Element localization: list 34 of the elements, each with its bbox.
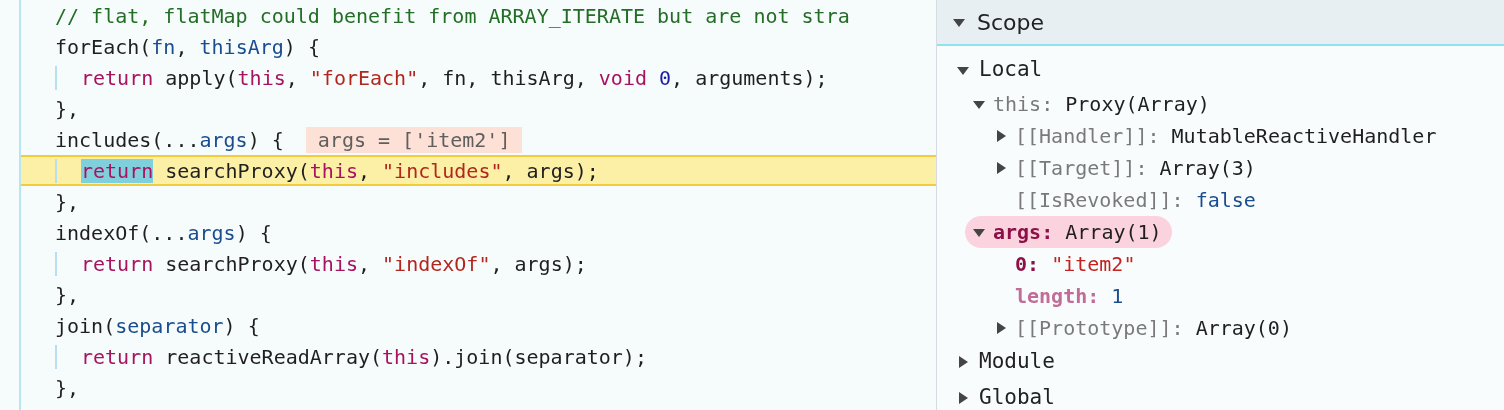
code-line: return reactiveReadArray(this).join(separator); (21, 341, 936, 372)
property-row[interactable]: [[IsRevoked]]: false (993, 184, 1266, 216)
code-line: includes(...args) { args = ['item2'] (21, 124, 936, 155)
expand-triangle-icon[interactable] (957, 356, 969, 368)
expand-triangle-icon[interactable] (995, 322, 1007, 334)
scope-section[interactable]: Module (937, 344, 1504, 380)
property-row[interactable]: [[Prototype]]: Array(0) (993, 312, 1302, 344)
property-row[interactable]: [[Handler]]: MutableReactiveHandler (993, 120, 1447, 152)
collapse-triangle-icon[interactable] (973, 98, 985, 110)
collapse-triangle-icon[interactable] (957, 64, 969, 76)
code-line: forEach(fn, thisArg) { (54, 33, 321, 61)
property-row[interactable]: [[Target]]: Array(3) (993, 152, 1266, 184)
scope-header[interactable]: Scope (937, 0, 1504, 46)
expand-triangle-icon[interactable] (957, 392, 969, 404)
expand-triangle-icon[interactable] (995, 162, 1007, 174)
code-line: // flat, flatMap could benefit from ARRAY_ITERATE but are not stra (54, 2, 851, 30)
highlighted-property-row[interactable]: args: Array(1) (965, 216, 1172, 248)
property-row[interactable]: 0: "item2" (993, 248, 1146, 280)
inline-value-badge: args = ['item2'] (305, 126, 523, 153)
property-row[interactable]: this: Proxy(Array) (971, 88, 1220, 120)
scope-section[interactable]: Global (937, 380, 1504, 410)
property-row[interactable]: length: 1 (993, 280, 1134, 312)
code-line: }, (54, 281, 81, 309)
collapse-triangle-icon[interactable] (973, 226, 985, 238)
expand-triangle-icon[interactable] (995, 130, 1007, 142)
code-line: return apply(this, "forEach", fn, thisArg, void 0, arguments); (21, 62, 936, 93)
code-line: return searchProxy(this, "indexOf", args); (21, 248, 936, 279)
code-line: join(separator) { (54, 312, 261, 340)
code-line: }, (54, 188, 81, 216)
code-line: }, (54, 374, 81, 402)
scope-section[interactable]: Local (937, 52, 1504, 88)
code-line: }, (54, 95, 81, 123)
code-line: indexOf(...args) { (54, 219, 273, 247)
collapse-triangle-icon[interactable] (953, 16, 965, 28)
